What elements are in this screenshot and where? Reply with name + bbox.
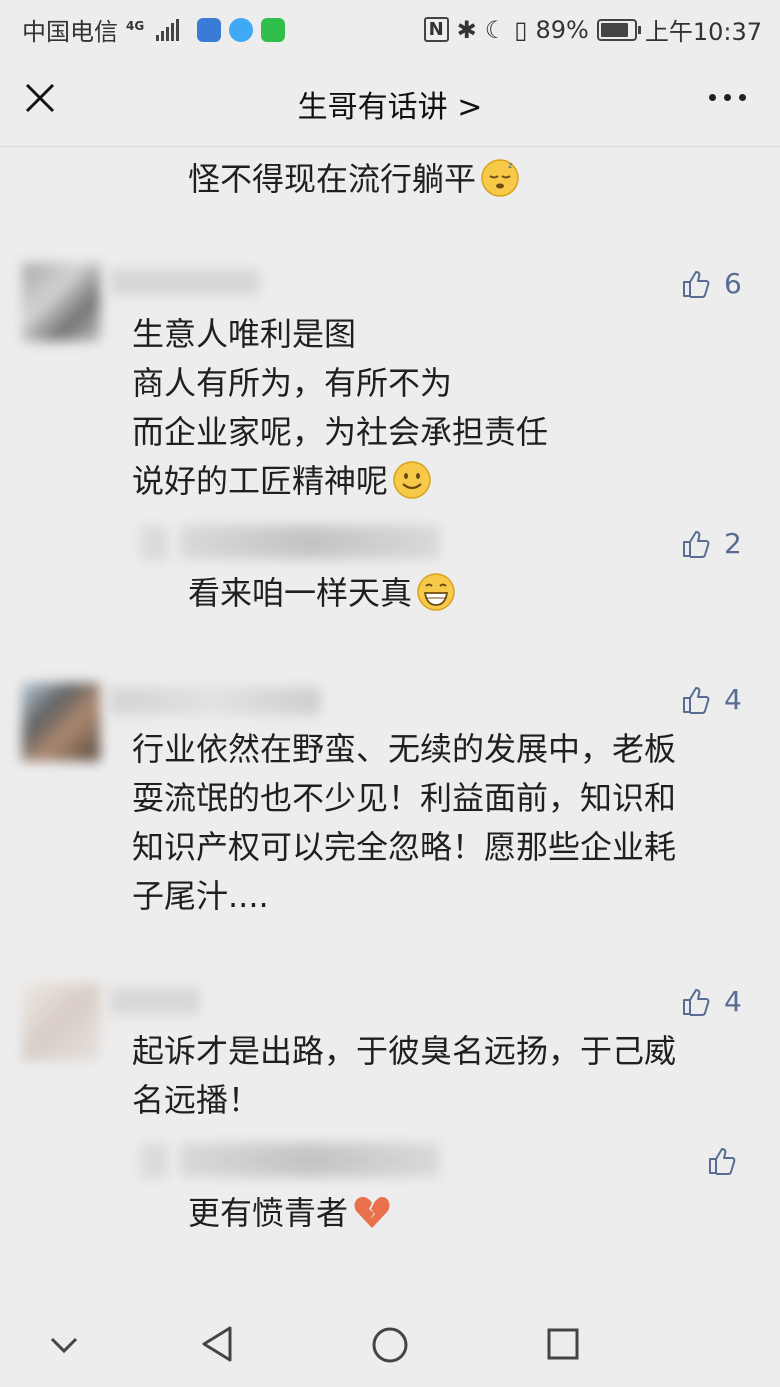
comment-line: 名远播！ [132, 1081, 261, 1119]
comment-line: 怪不得现在流行躺平 [188, 160, 477, 198]
cloud-app-icon [229, 17, 254, 42]
comment-line: 更有愤青者 [188, 1194, 349, 1232]
comment-line: 生意人唯利是图 [132, 315, 357, 353]
avatar[interactable] [22, 683, 100, 761]
comment-line: 起诉才是出路，于彼臭名远扬，于己威 [132, 1032, 677, 1070]
like-count: 6 [724, 267, 742, 300]
username[interactable] [110, 687, 320, 715]
comment-line: 看来咱一样天真 [188, 574, 413, 612]
comment-line: 知识产权可以完全忽略！愿那些企业耗 [132, 828, 677, 866]
comment-line: 子尾汁.... [132, 877, 269, 915]
status-right: N ✱ ☾ ▯ 89% 上午10:37 [423, 12, 762, 47]
thumbs-up-icon [683, 988, 710, 1016]
like-button[interactable]: 6 [680, 267, 742, 300]
comment-text: 行业依然在野蛮、无续的发展中，老板 耍流氓的也不少见！利益面前，知识和 知识产权… [132, 725, 676, 921]
moon-icon: ☾ [484, 15, 507, 44]
signal-icon [156, 18, 180, 41]
back-icon[interactable] [200, 1325, 234, 1363]
like-button[interactable]: 4 [680, 985, 742, 1018]
comment-text: 起诉才是出路，于彼臭名远扬，于己威 名远播！ [132, 1027, 676, 1125]
battery-percent: 89% [535, 15, 589, 44]
home-icon[interactable] [370, 1325, 410, 1365]
like-button[interactable]: 4 [680, 683, 742, 716]
recents-icon[interactable] [546, 1327, 580, 1361]
reply-avatar[interactable] [140, 525, 168, 561]
like-count: 4 [724, 683, 742, 716]
comment-list[interactable]: 怪不得现在流行躺平 z 6 生意人唯利是图 商人有所为，有所不为 而企业家呢，为社… [0, 147, 780, 1297]
network-label: 4G [126, 18, 145, 33]
broken-heart-emoji [354, 1197, 390, 1228]
reply-text: 看来咱一样天真 [188, 569, 456, 618]
thumbs-up-icon [683, 530, 710, 558]
svg-text:z: z [508, 161, 513, 171]
avatar[interactable] [22, 263, 100, 341]
comment-text: 生意人唯利是图 商人有所为，有所不为 而企业家呢，为社会承担责任 说好的工匠精神… [132, 310, 548, 506]
chevron-down-icon[interactable] [48, 1335, 80, 1355]
comment-line: 而企业家呢，为社会承担责任 [132, 413, 549, 451]
reply-text: 更有愤青者 [188, 1189, 392, 1238]
reply-avatar[interactable] [140, 1143, 168, 1179]
nfc-icon: N [423, 17, 449, 42]
sleeping-face-emoji: z [481, 159, 519, 197]
reply-text: 怪不得现在流行躺平 z [188, 155, 520, 204]
username[interactable] [110, 987, 200, 1015]
battery-icon [596, 18, 641, 41]
comment-line: 耍流氓的也不少见！利益面前，知识和 [132, 779, 677, 817]
comment-line: 行业依然在野蛮、无续的发展中，老板 [132, 730, 677, 768]
like-count: 2 [724, 527, 742, 560]
shield-app-icon [197, 17, 222, 42]
thumbs-up-icon [683, 270, 710, 298]
like-button[interactable]: 2 [680, 527, 742, 560]
avatar[interactable] [22, 983, 100, 1061]
video-app-icon [261, 17, 286, 42]
reply-username[interactable] [180, 1143, 440, 1177]
like-button[interactable] [706, 1145, 750, 1177]
thumbs-up-icon [683, 686, 710, 714]
more-icon[interactable] [709, 94, 746, 101]
thumbs-up-icon [709, 1148, 736, 1175]
comment-line: 说好的工匠精神呢 [132, 462, 389, 500]
page-title[interactable]: 生哥有话讲 > [0, 82, 780, 126]
header: 生哥有话讲 > [0, 56, 780, 147]
comment-line: 商人有所为，有所不为 [132, 364, 453, 402]
carrier-label: 中国电信 [22, 18, 118, 46]
smiling-face-emoji [393, 461, 431, 499]
status-left: 中国电信 4G [22, 12, 286, 47]
username[interactable] [110, 269, 260, 295]
status-bar: 中国电信 4G N ✱ ☾ ▯ 89% 上午10:37 [0, 0, 780, 56]
vibrate-icon: ▯ [514, 15, 528, 44]
grinning-face-emoji [417, 573, 455, 611]
like-count: 4 [724, 985, 742, 1018]
bluetooth-icon: ✱ [456, 15, 477, 44]
system-nav-bar [0, 1297, 780, 1387]
reply-username[interactable] [180, 525, 440, 559]
clock: 上午10:37 [644, 18, 762, 46]
